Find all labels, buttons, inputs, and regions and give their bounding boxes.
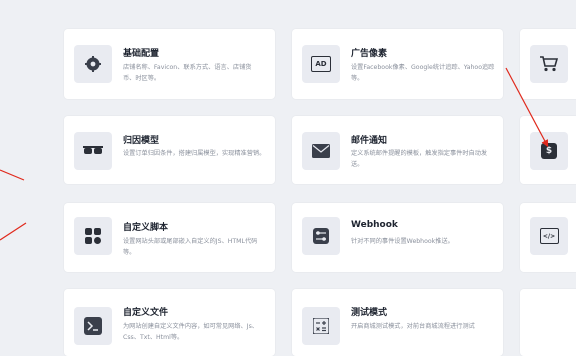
card-right-2[interactable]: $ <box>520 116 576 184</box>
gear-icon <box>74 45 112 83</box>
card-title: Webhook <box>351 220 398 230</box>
code-icon: </> <box>530 217 568 255</box>
card-description: 为网站创建自定义文件内容，如可常见网络、Js、Css、Txt、Html等。 <box>123 323 258 341</box>
card-description: 设置网站头部或尾部嵌入自定义的JS、HTML代码等。 <box>123 238 258 256</box>
card-right-4[interactable] <box>520 289 576 356</box>
card-title: 基础配置 <box>123 49 160 59</box>
card-test-mode[interactable]: 测试模式 开启商城测试模式，对前台商城流程进行测试 <box>292 289 503 356</box>
card-description: 定义系统邮件提醒的模板，触发指定事件时自动发送。 <box>351 150 488 168</box>
card-title: 自定义脚本 <box>123 223 169 233</box>
ad-icon: AD <box>302 45 340 83</box>
card-custom-script[interactable]: 自定义脚本 设置网站头部或尾部嵌入自定义的JS、HTML代码等。 <box>64 203 275 272</box>
card-custom-files[interactable]: 自定义文件 为网站创建自定义文件内容，如可常见网络、Js、Css、Txt、Htm… <box>64 289 275 356</box>
money-icon-symbol: $ <box>541 143 557 159</box>
ad-icon-label: AD <box>311 56 331 72</box>
apps-icon <box>74 217 112 255</box>
card-right-3[interactable]: </> <box>520 203 576 272</box>
envelope-icon <box>302 132 340 170</box>
cart-icon <box>530 45 568 83</box>
money-icon: $ <box>530 132 568 170</box>
card-description: 开启商城测试模式，对前台商城流程进行测试 <box>351 323 475 330</box>
annotation-line <box>0 169 25 181</box>
card-description: 设置订单归因条件，搭建归属模型，实现精准营销。 <box>123 150 266 157</box>
card-description: 设置Facebook像素、Google统计追踪、Yahoo追踪等。 <box>351 64 495 82</box>
card-right-1[interactable] <box>520 29 576 99</box>
card-title: 测试模式 <box>351 308 388 318</box>
annotation-line <box>0 222 27 241</box>
card-description: 针对不同的事件设置Webhook推送。 <box>351 238 454 245</box>
card-title: 广告像素 <box>351 49 388 59</box>
card-description: 店铺名称、Favicon、联系方式、语言、店铺货币、时区等。 <box>123 64 252 82</box>
card-email-notification[interactable]: 邮件通知 定义系统邮件提醒的模板，触发指定事件时自动发送。 <box>292 116 503 184</box>
card-webhook[interactable]: Webhook 针对不同的事件设置Webhook推送。 <box>292 203 503 272</box>
code-icon-symbol: </> <box>539 228 559 244</box>
toggle-icon <box>302 217 340 255</box>
card-basic-settings[interactable]: 基础配置 店铺名称、Favicon、联系方式、语言、店铺货币、时区等。 <box>64 29 275 99</box>
card-title: 归因模型 <box>123 136 160 146</box>
card-title: 自定义文件 <box>123 308 169 318</box>
terminal-icon <box>74 307 112 345</box>
card-title: 邮件通知 <box>351 136 388 146</box>
card-ad-pixel[interactable]: AD 广告像素 设置Facebook像素、Google统计追踪、Yahoo追踪等… <box>292 29 503 99</box>
card-attribution-model[interactable]: 归因模型 设置订单归因条件，搭建归属模型，实现精准营销。 <box>64 116 275 184</box>
sunglasses-icon <box>74 132 112 170</box>
calculator-icon <box>302 307 340 345</box>
